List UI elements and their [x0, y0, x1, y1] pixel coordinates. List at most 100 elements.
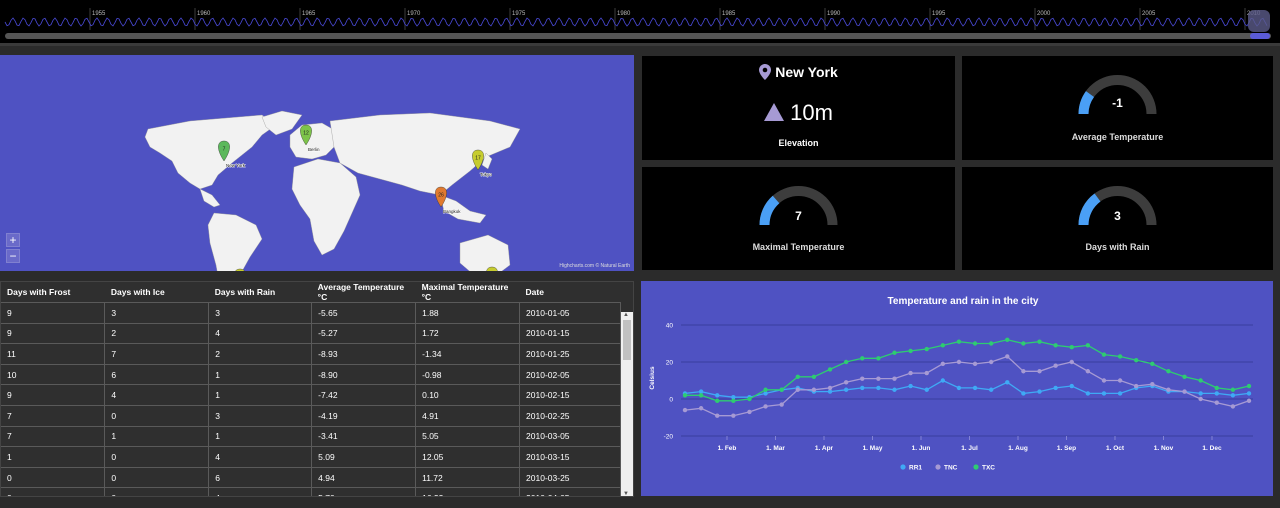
- continent-asia[interactable]: [329, 112, 521, 196]
- continent-africa[interactable]: [291, 158, 361, 256]
- table-row[interactable]: 9 3 3 -5.65 1.88 2010-01-05: [1, 302, 621, 324]
- data-point[interactable]: [908, 348, 913, 354]
- data-point[interactable]: [1214, 385, 1219, 391]
- data-point[interactable]: [1085, 391, 1091, 396]
- table-row[interactable]: 11 7 2 -8.93 -1.34 2010-01-25: [1, 343, 621, 365]
- data-point[interactable]: [715, 413, 720, 418]
- data-point[interactable]: [698, 393, 704, 398]
- data-point[interactable]: [779, 402, 784, 407]
- map-credit[interactable]: Highcharts.com © Natural Earth: [559, 263, 630, 269]
- data-point[interactable]: [1150, 361, 1155, 367]
- data-point[interactable]: [779, 387, 784, 392]
- data-point[interactable]: [1246, 398, 1252, 404]
- data-point[interactable]: [795, 387, 800, 392]
- data-point[interactable]: [924, 370, 929, 376]
- data-point[interactable]: [1198, 378, 1203, 383]
- data-point[interactable]: [1101, 391, 1107, 396]
- data-point[interactable]: [1005, 354, 1010, 359]
- data-point[interactable]: [1085, 343, 1091, 348]
- legend-item[interactable]: RR1: [900, 464, 922, 472]
- data-point[interactable]: [715, 393, 720, 398]
- data-point[interactable]: [1150, 382, 1155, 387]
- data-point[interactable]: [1021, 369, 1026, 374]
- legend-item[interactable]: TNC: [935, 464, 958, 472]
- scroll-up-arrow-icon[interactable]: ▲: [623, 312, 629, 318]
- table-row[interactable]: 7 1 1 -3.41 5.05 2010-03-05: [1, 426, 621, 448]
- data-point[interactable]: [892, 387, 897, 392]
- data-point[interactable]: [1101, 352, 1107, 357]
- data-point[interactable]: [988, 359, 994, 365]
- zoom-in-button[interactable]: +: [6, 233, 20, 247]
- data-point[interactable]: [1214, 391, 1219, 396]
- column-header[interactable]: Days with Frost: [1, 282, 105, 303]
- table-row[interactable]: 9 4 1 -7.42 0.10 2010-02-15: [1, 384, 621, 406]
- data-point[interactable]: [811, 387, 817, 392]
- data-point[interactable]: [1214, 400, 1219, 405]
- column-header[interactable]: Maximal Temperature °C: [415, 282, 520, 303]
- data-point[interactable]: [988, 387, 994, 392]
- map-marker[interactable]: 18Buenos Aires: [234, 268, 269, 271]
- timeline-range-handle[interactable]: [1248, 10, 1270, 32]
- continent-central-america[interactable]: [199, 188, 221, 208]
- data-point[interactable]: [843, 387, 849, 392]
- data-point[interactable]: [908, 370, 913, 376]
- column-header[interactable]: Average Temperature °C: [311, 282, 416, 303]
- data-point[interactable]: [1117, 354, 1123, 359]
- data-point[interactable]: [1005, 337, 1010, 342]
- data-point[interactable]: [940, 343, 946, 348]
- data-point[interactable]: [811, 374, 817, 379]
- table-row[interactable]: 10 6 1 -8.90 -0.98 2010-02-05: [1, 364, 621, 386]
- data-point[interactable]: [1246, 391, 1252, 396]
- data-point[interactable]: [1037, 389, 1042, 394]
- data-point[interactable]: [956, 339, 962, 344]
- timeline-navigator[interactable]: 1955 1960 1965 1970 1975 1980 1985 1990 1995 2000…: [0, 0, 1280, 46]
- data-point[interactable]: [715, 398, 720, 404]
- data-point[interactable]: [892, 376, 897, 381]
- data-point[interactable]: [843, 380, 849, 385]
- data-point[interactable]: [843, 359, 849, 365]
- data-point[interactable]: [956, 385, 962, 391]
- data-point[interactable]: [892, 350, 897, 355]
- data-point[interactable]: [1085, 369, 1091, 374]
- data-point[interactable]: [1182, 374, 1187, 379]
- data-point[interactable]: [1230, 404, 1236, 409]
- data-point[interactable]: [1134, 357, 1139, 363]
- data-point[interactable]: [1166, 369, 1171, 374]
- data-point[interactable]: [1037, 369, 1042, 374]
- timeline-scroll-thumb[interactable]: [1250, 33, 1270, 39]
- data-point[interactable]: [1101, 378, 1107, 383]
- data-point[interactable]: [1166, 387, 1171, 392]
- data-point[interactable]: [1117, 391, 1123, 396]
- data-point[interactable]: [747, 409, 752, 415]
- continent-australia[interactable]: [459, 234, 511, 271]
- timeline-svg[interactable]: 1955 1960 1965 1970 1975 1980 1985 1990 1995 2000…: [0, 0, 1280, 46]
- data-point[interactable]: [1053, 385, 1058, 391]
- data-point[interactable]: [1005, 380, 1010, 385]
- data-point[interactable]: [1198, 396, 1203, 402]
- table-scrollbar[interactable]: ▲ ▼: [621, 312, 633, 496]
- data-point[interactable]: [1182, 389, 1187, 394]
- data-point[interactable]: [1069, 359, 1074, 365]
- column-header[interactable]: Days with Ice: [104, 282, 209, 303]
- scroll-down-arrow-icon[interactable]: ▼: [623, 491, 629, 496]
- data-point[interactable]: [1053, 363, 1058, 368]
- data-point[interactable]: [988, 341, 994, 346]
- data-point[interactable]: [876, 385, 881, 391]
- timeline-scrollbar[interactable]: [5, 33, 1271, 39]
- continent-europe[interactable]: [289, 122, 337, 160]
- zoom-out-button[interactable]: −: [6, 249, 20, 263]
- data-point[interactable]: [876, 356, 881, 361]
- data-point[interactable]: [827, 385, 833, 391]
- table-row[interactable]: 9 2 4 -5.27 1.72 2010-01-15: [1, 323, 621, 345]
- table-row[interactable]: 0 0 6 4.94 11.72 2010-03-25: [1, 467, 621, 489]
- table-row[interactable]: 7 0 3 -4.19 4.91 2010-02-25: [1, 405, 621, 427]
- data-point[interactable]: [763, 387, 768, 392]
- data-table-container[interactable]: Days with Frost Days with Ice Days with …: [0, 281, 634, 497]
- data-point[interactable]: [1134, 383, 1139, 389]
- world-map[interactable]: 7 New York 12 Berlin 17 Tokyo 26 Bangkok 18Bueno…: [0, 55, 634, 271]
- data-point[interactable]: [747, 396, 752, 402]
- table-row[interactable]: 1 0 4 5.09 12.05 2010-03-15: [1, 446, 621, 468]
- data-point[interactable]: [940, 361, 946, 367]
- data-point[interactable]: [795, 374, 800, 379]
- data-point[interactable]: [860, 356, 865, 361]
